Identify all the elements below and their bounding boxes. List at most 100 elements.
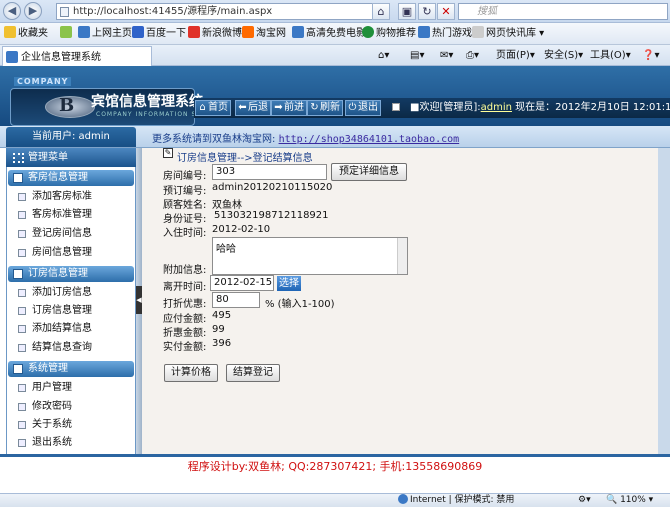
back-icon[interactable]: ◀ <box>3 2 21 20</box>
checkout-register-button[interactable]: 结算登记 <box>226 364 280 382</box>
guest-name-value: 双鱼林 <box>212 200 242 211</box>
paid-label: 实付金额: <box>163 342 207 353</box>
logo-panel: B 宾馆信息管理系统 COMPANY INFORMATION SYSTEM <box>10 88 220 126</box>
globe-icon <box>362 26 374 38</box>
print-icon[interactable]: ⎙▾ <box>466 45 479 66</box>
sidebar-item-users[interactable]: 用户管理 <box>14 379 132 396</box>
search-input[interactable]: 搜狐 <box>458 3 668 20</box>
folder-icon <box>13 269 23 279</box>
nav-exit-button[interactable]: ⏻ 退出 <box>345 100 381 116</box>
footer-credit: 程序设计by:双鱼林; QQ:287307421; 手机:13558690869 <box>187 460 483 473</box>
fav-link-7[interactable]: 网页快讯库 ▾ <box>472 23 544 45</box>
ie-icon <box>292 26 304 38</box>
fav-link-5[interactable]: 购物推荐 <box>362 23 416 45</box>
compatibility-icon[interactable]: ▣ <box>398 3 416 20</box>
sidebar-item-add-settlement[interactable]: 添加结算信息 <box>14 320 132 337</box>
mail-icon[interactable]: ✉▾ <box>440 45 453 66</box>
extra-textarea[interactable]: 哈哈 <box>212 237 408 275</box>
sidebar-item-add-room-standard[interactable]: 添加客房标准 <box>14 188 132 205</box>
room-no-input[interactable]: 303 <box>212 164 327 180</box>
folder-icon <box>13 364 23 374</box>
checkin-label: 入住时间: <box>163 228 207 239</box>
group-booking[interactable]: 订房信息管理 <box>8 266 134 282</box>
app-header: COMPANY B 宾馆信息管理系统 COMPANY INFORMATION S… <box>0 66 670 126</box>
safety-menu[interactable]: 安全(S)▾ <box>544 45 583 66</box>
extra-text: 哈哈 <box>216 244 236 255</box>
id-card-value: 513032198712118921 <box>214 210 329 221</box>
star-icon <box>4 26 16 38</box>
tab-title: 企业信息管理系统 <box>21 52 101 63</box>
zoom-control[interactable]: 🔍 110% ▾ <box>606 494 653 507</box>
favorites-button[interactable]: 收藏夹 <box>4 23 48 45</box>
logo-letter: B <box>59 95 75 116</box>
stop-icon[interactable]: ✕ <box>437 3 455 20</box>
indicator-square <box>392 103 400 111</box>
nav-refresh-button[interactable]: ↻刷新 <box>307 100 343 116</box>
power-icon: ⏻ <box>348 102 357 113</box>
compat-view-icon[interactable]: ⌂ <box>372 3 390 20</box>
refresh-icon: ↻ <box>310 102 319 113</box>
fav-link-2[interactable]: 新浪微博 <box>188 23 242 45</box>
sidebar-item-add-booking[interactable]: 添加订房信息 <box>14 284 132 301</box>
fav-link-3[interactable]: 淘宝网 <box>242 23 286 45</box>
checkout-date-input[interactable]: 2012-02-15 <box>210 275 274 291</box>
browser-status-bar: Internet | 保护模式: 禁用 ⚙▾ 🔍 110% ▾ <box>0 493 670 507</box>
guest-name-label: 顾客姓名: <box>163 200 207 211</box>
tools-menu[interactable]: 工具(O)▾ <box>590 45 631 66</box>
nav-forward-button[interactable]: ➡前进 <box>271 100 307 116</box>
welcome-text: ■欢迎[管理员]:admin 现在是：2012年2月10日 12:01:19 <box>410 98 670 113</box>
user-link[interactable]: admin <box>481 102 512 113</box>
page-menu[interactable]: 页面(P)▾ <box>496 45 535 66</box>
sidebar-item-booking-manage[interactable]: 订房信息管理 <box>14 302 132 319</box>
search-placeholder: 搜狐 <box>477 6 497 17</box>
protected-mode-icon[interactable]: ⚙▾ <box>578 494 591 507</box>
company-badge: COMPANY <box>14 77 72 86</box>
discount-input[interactable]: 80 <box>212 292 260 308</box>
sidebar-item-about[interactable]: 关于系统 <box>14 416 132 433</box>
due-value: 495 <box>212 310 232 321</box>
sidebar-item-room-manage[interactable]: 房间信息管理 <box>14 244 132 261</box>
due-label: 应付金额: <box>163 314 207 325</box>
sidebar-item-room-standard-manage[interactable]: 客房标准管理 <box>14 206 132 223</box>
menu-title: 管理菜单 <box>6 148 136 167</box>
help-icon[interactable]: ❓▾ <box>642 45 659 66</box>
group-room[interactable]: 客房信息管理 <box>8 170 134 186</box>
url-field[interactable]: http://localhost:41455/源程序/main.aspx <box>56 3 386 20</box>
home-icon[interactable]: ⌂▾ <box>378 45 389 66</box>
discount-amount-value: 99 <box>212 324 225 335</box>
shop-link[interactable]: http://shop34864101.taobao.com <box>279 134 460 145</box>
add-favorite-icon[interactable] <box>60 23 74 45</box>
sidebar-item-change-password[interactable]: 修改密码 <box>14 398 132 415</box>
doc-icon <box>18 230 26 238</box>
doc-icon <box>18 344 26 352</box>
sidebar-item-settlement-query[interactable]: 结算信息查询 <box>14 339 132 356</box>
group-system[interactable]: 系统管理 <box>8 361 134 377</box>
sidebar-item-logout[interactable]: 退出系统 <box>14 434 132 451</box>
sidebar-item-register-room[interactable]: 登记房间信息 <box>14 225 132 242</box>
calc-price-button[interactable]: 计算价格 <box>164 364 218 382</box>
feeds-icon[interactable]: ▤▾ <box>410 45 424 66</box>
fav-link-1[interactable]: 百度一下 <box>132 23 186 45</box>
browser-address-bar: ◀ ▶ http://localhost:41455/源程序/main.aspx… <box>0 0 670 23</box>
weibo-icon <box>188 26 200 38</box>
fav-link-0[interactable]: 上网主页 <box>78 23 132 45</box>
nav-back-button[interactable]: ⬅后退 <box>235 100 271 116</box>
forward-icon[interactable]: ▶ <box>24 2 42 20</box>
textarea-scrollbar[interactable] <box>397 238 407 274</box>
favorites-bar: 收藏夹 上网主页 百度一下 新浪微博 淘宝网 高清免费电影 购物推荐 热门游戏 … <box>0 23 670 45</box>
fav-link-6[interactable]: 热门游戏 <box>418 23 472 45</box>
id-card-label: 身份证号: <box>163 214 207 225</box>
nav-home-button[interactable]: ⌂ 首页 <box>195 100 231 116</box>
taobao-icon <box>242 26 254 38</box>
fav-link-4[interactable]: 高清免费电影 <box>292 23 366 45</box>
browser-tab[interactable]: 企业信息管理系统 <box>2 46 152 66</box>
doc-icon <box>18 289 26 297</box>
date-select-button[interactable]: 选择 <box>277 276 301 291</box>
doc-icon <box>18 249 26 257</box>
refresh-icon[interactable]: ↻ <box>418 3 436 20</box>
doc-icon <box>18 325 26 333</box>
baidu-icon <box>132 26 144 38</box>
doc-icon <box>18 307 26 315</box>
checkin-value: 2012-02-10 <box>212 224 271 235</box>
booking-detail-button[interactable]: 预定详细信息 <box>331 163 407 181</box>
